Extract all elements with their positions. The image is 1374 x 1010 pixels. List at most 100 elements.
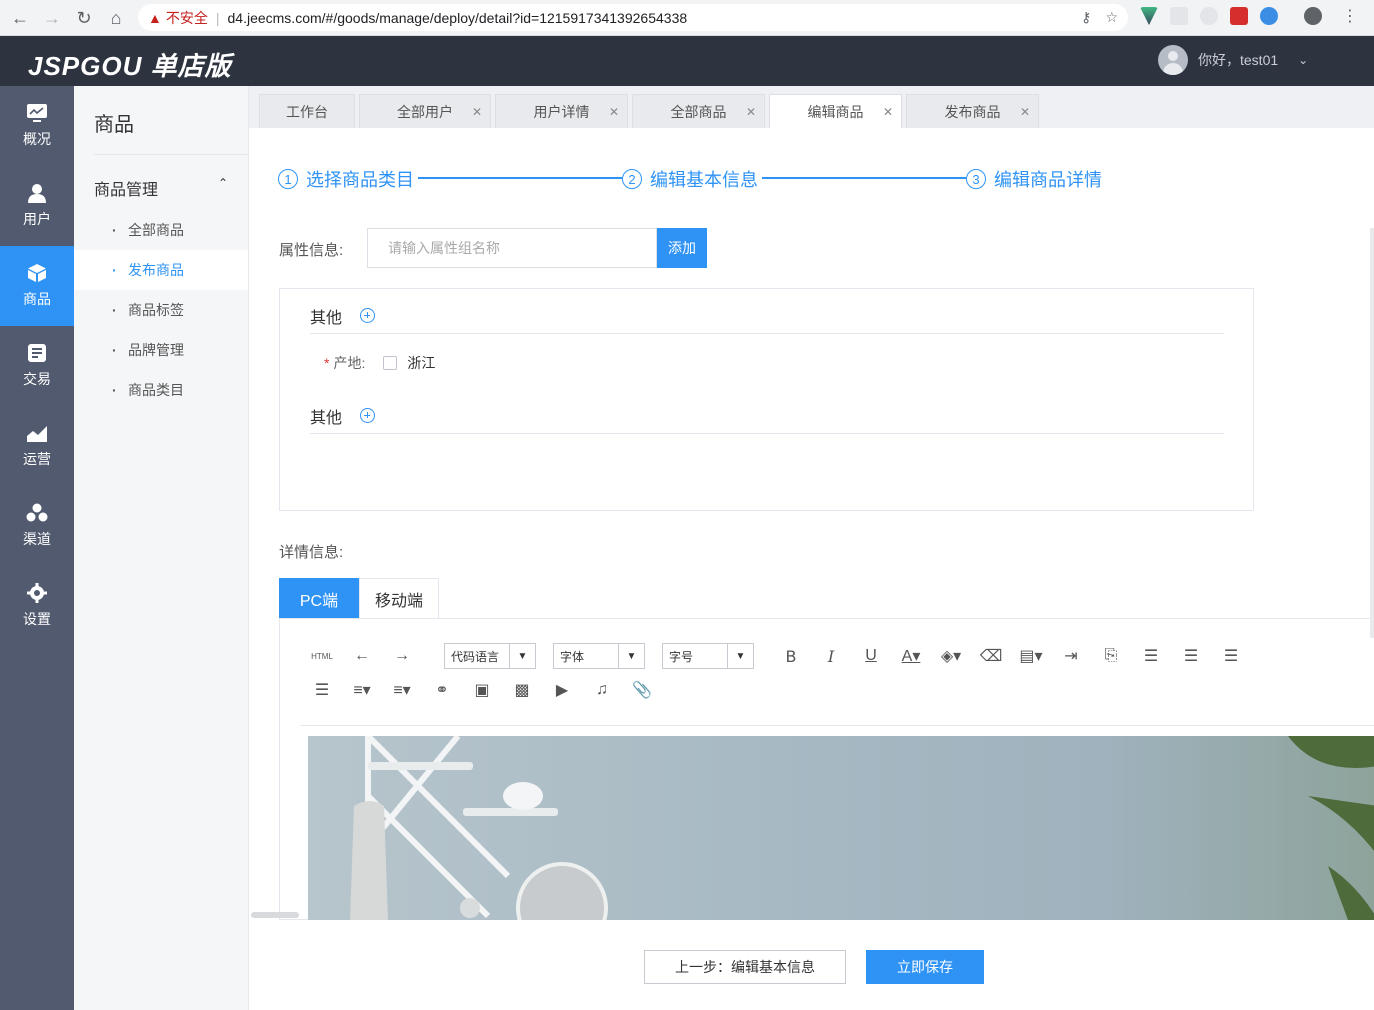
sub-nav-item-goods-category[interactable]: 商品类目	[74, 370, 248, 410]
add-circle-icon[interactable]	[360, 408, 376, 423]
font-color-icon[interactable]: A▾	[891, 644, 931, 668]
multi-image-icon[interactable]: ▩	[502, 678, 542, 702]
close-icon[interactable]: ✕	[609, 105, 619, 119]
align-left-icon[interactable]: ☰	[1131, 644, 1171, 668]
extension-grid-icon[interactable]	[1170, 7, 1188, 25]
tab-pc[interactable]: PC端	[279, 578, 359, 619]
ordered-list-icon[interactable]: ≡▾	[342, 678, 382, 702]
app-logo: JSPGOU 单店版	[28, 51, 232, 81]
previous-step-button[interactable]: 上一步：编辑基本信息	[644, 950, 846, 984]
profile-icon[interactable]	[1304, 7, 1322, 25]
side-nav-operation[interactable]: 运营	[0, 406, 74, 486]
home-icon[interactable]: ⌂	[100, 2, 132, 34]
eraser-icon[interactable]: ⌫	[971, 644, 1011, 668]
undo-icon[interactable]: ←	[342, 644, 382, 668]
paragraph-format-icon[interactable]: ▤▾	[1011, 644, 1051, 668]
indent-icon[interactable]: ⇥	[1051, 644, 1091, 668]
font-family-select[interactable]: 字体 ▼	[553, 643, 645, 669]
reload-icon[interactable]: ↻	[68, 2, 100, 34]
vertical-scrollbar[interactable]	[1370, 228, 1374, 638]
main-sidebar: 概况 用户 商品 交易 运营 渠道 设置	[0, 86, 74, 1010]
tab-edit-goods[interactable]: 编辑商品 ✕	[769, 94, 902, 129]
url-text: d4.jeecms.com/#/goods/manage/deploy/deta…	[227, 9, 688, 26]
sub-nav-item-publish-goods[interactable]: 发布商品	[74, 250, 248, 290]
address-bar[interactable]: ▲ 不安全 | d4.jeecms.com/#/goods/manage/dep…	[138, 4, 1128, 31]
add-attribute-button[interactable]: 添加	[657, 228, 707, 268]
attribute-group: 其他	[310, 298, 1224, 334]
app-header: JSPGOU 单店版 你好，test01 ⌄	[0, 36, 1374, 86]
menu-group-goods-management[interactable]: 商品管理 ⌃	[94, 176, 228, 200]
required-marker: *	[324, 355, 330, 371]
close-icon[interactable]: ✕	[746, 105, 756, 119]
attribute-group-input[interactable]	[367, 228, 657, 268]
bold-icon[interactable]: B	[771, 644, 811, 668]
link-icon[interactable]: ⚭	[422, 678, 462, 702]
origin-checkbox[interactable]	[383, 356, 398, 370]
video-icon[interactable]: ▶	[542, 678, 582, 702]
font-size-select[interactable]: 字号 ▼	[662, 643, 754, 669]
back-icon[interactable]: ←	[4, 2, 36, 34]
close-icon[interactable]: ✕	[1020, 105, 1030, 119]
close-icon[interactable]: ✕	[883, 105, 893, 119]
side-nav-trade[interactable]: 交易	[0, 326, 74, 406]
unordered-list-icon[interactable]: ≡▾	[382, 678, 422, 702]
chevron-down-icon[interactable]: ⌄	[1298, 53, 1308, 67]
align-right-icon[interactable]: ☰	[1171, 644, 1211, 668]
key-icon[interactable]: ⚷	[1081, 9, 1091, 26]
extension-fe-icon[interactable]	[1230, 7, 1248, 25]
step-indicator: 1 选择商品类目 2 编辑基本信息 3 编辑商品详情	[278, 166, 1108, 192]
origin-field: * 产地: 浙江	[324, 355, 436, 371]
close-icon[interactable]: ✕	[472, 105, 482, 119]
music-icon[interactable]: ♫	[582, 678, 622, 702]
attribute-label: 属性信息:	[279, 242, 344, 259]
bookmark-star-icon[interactable]: ☆	[1105, 9, 1118, 26]
step-1[interactable]: 1 选择商品类目	[278, 166, 416, 192]
step-connector	[418, 177, 628, 179]
avatar[interactable]	[1158, 45, 1188, 75]
add-circle-icon[interactable]	[360, 308, 376, 323]
image-icon[interactable]: ▣	[462, 678, 502, 702]
forward-icon[interactable]: →	[36, 2, 68, 34]
tab-all-users[interactable]: 全部用户 ✕	[359, 94, 491, 128]
html-source-button[interactable]: HTML	[302, 644, 342, 668]
align-center-icon[interactable]: ☰	[1211, 644, 1251, 668]
bathroom-shelf-illustration	[350, 736, 1374, 920]
tab-publish-goods[interactable]: 发布商品 ✕	[906, 94, 1039, 128]
step-2[interactable]: 2 编辑基本信息	[622, 166, 760, 192]
detail-label: 详情信息:	[279, 544, 344, 561]
extension-target-icon[interactable]	[1200, 7, 1218, 25]
tab-mobile[interactable]: 移动端	[359, 578, 439, 619]
horizontal-scrollbar[interactable]	[251, 912, 299, 918]
extension-globe-icon[interactable]	[1260, 7, 1278, 25]
italic-icon[interactable]: I	[811, 644, 851, 668]
browser-menu-icon[interactable]: ⋮	[1342, 6, 1358, 26]
background-color-icon[interactable]: ◈▾	[931, 644, 971, 668]
tab-all-goods[interactable]: 全部商品 ✕	[632, 94, 765, 128]
code-language-select[interactable]: 代码语言 ▼	[444, 643, 536, 669]
paste-icon[interactable]: ⎘	[1091, 644, 1131, 668]
vue-devtools-icon[interactable]	[1140, 7, 1158, 25]
redo-icon[interactable]: →	[382, 644, 422, 668]
cube-icon	[26, 263, 48, 283]
sub-nav-item-goods-tags[interactable]: 商品标签	[74, 290, 248, 330]
justify-icon[interactable]: ☰	[302, 678, 342, 702]
product-detail-image[interactable]	[308, 736, 1374, 920]
caret-down-icon: ▼	[618, 644, 644, 668]
attachment-icon[interactable]: 📎	[622, 678, 662, 702]
side-nav-channel[interactable]: 渠道	[0, 486, 74, 566]
sub-nav-item-all-goods[interactable]: 全部商品	[74, 210, 248, 250]
side-nav-goods[interactable]: 商品	[0, 246, 74, 326]
tab-user-detail[interactable]: 用户详情 ✕	[495, 94, 628, 128]
side-nav-users[interactable]: 用户	[0, 166, 74, 246]
monitor-icon	[26, 103, 48, 123]
underline-icon[interactable]: U	[851, 644, 891, 668]
step-3[interactable]: 3 编辑商品详情	[966, 166, 1104, 192]
save-button[interactable]: 立即保存	[866, 950, 984, 984]
side-nav-settings[interactable]: 设置	[0, 566, 74, 646]
sub-nav-item-brand-management[interactable]: 品牌管理	[74, 330, 248, 370]
side-nav-overview[interactable]: 概况	[0, 86, 74, 166]
user-menu[interactable]: 你好，test01 ⌄	[1158, 45, 1308, 75]
editor-toolbar-row-1: HTML ← → 代码语言 ▼ 字体 ▼ 字号 ▼ B I U A▾ ◈▾ ⌫ …	[302, 643, 1251, 669]
insecure-warning[interactable]: ▲ 不安全	[148, 8, 208, 28]
tab-workbench[interactable]: 工作台	[259, 94, 355, 128]
